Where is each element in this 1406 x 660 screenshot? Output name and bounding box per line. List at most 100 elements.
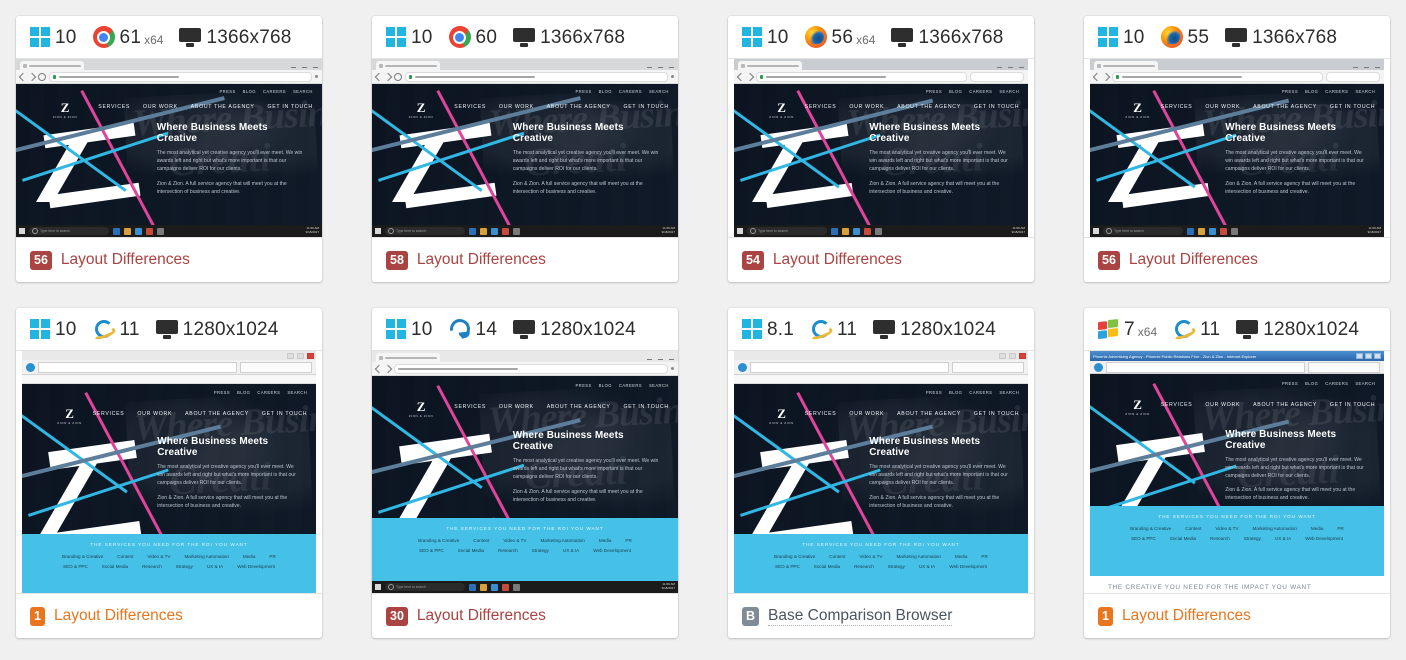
site-top-nav-item[interactable]: BLOG: [1305, 381, 1318, 386]
site-top-nav-item[interactable]: SEARCH: [293, 89, 313, 94]
browser-tab-strip[interactable]: [734, 59, 1028, 70]
site-top-nav-item[interactable]: PRESS: [1282, 89, 1298, 94]
site-main-nav-item[interactable]: SERVICES: [805, 411, 837, 417]
site-top-nav-item[interactable]: CAREERS: [1325, 89, 1348, 94]
site-logo[interactable]: Z ZION & ZION: [1125, 101, 1150, 119]
service-link[interactable]: Strategy: [1244, 536, 1261, 541]
browser-address-bar[interactable]: [22, 360, 316, 375]
start-button-icon[interactable]: [1093, 228, 1099, 234]
browser-result-card[interactable]: 10 14 1280x1024 Where Busine Creati Z ZI…: [372, 308, 678, 638]
taskbar-pinned-app-icon[interactable]: [491, 227, 498, 235]
site-top-nav-item[interactable]: BLOG: [599, 383, 612, 388]
maximize-button[interactable]: [1009, 352, 1016, 359]
service-link[interactable]: Strategy: [532, 548, 549, 553]
back-icon[interactable]: [738, 362, 747, 372]
url-input[interactable]: [756, 71, 967, 82]
window-controls[interactable]: [291, 66, 318, 68]
taskbar-clock[interactable]: 11:06 AM 9/18/2017: [1368, 226, 1381, 235]
taskbar-pinned-app-icon[interactable]: [1220, 227, 1227, 235]
site-main-nav-item[interactable]: GET IN TOUCH: [268, 104, 313, 110]
url-input[interactable]: [394, 363, 668, 374]
site-main-nav-item[interactable]: SERVICES: [454, 104, 486, 110]
site-top-nav-item[interactable]: CAREERS: [257, 390, 280, 395]
forward-icon[interactable]: [1101, 72, 1111, 81]
status-label[interactable]: Layout Differences: [54, 607, 183, 625]
windows-taskbar[interactable]: Type here to search 11:06 AM 9/18/2017: [1090, 225, 1384, 237]
site-top-nav-item[interactable]: SEARCH: [287, 390, 307, 395]
site-main-nav-item[interactable]: ABOUT THE AGENCY: [1253, 402, 1317, 408]
site-top-nav-item[interactable]: BLOG: [237, 390, 250, 395]
service-link[interactable]: PR: [981, 554, 987, 559]
service-link[interactable]: Research: [142, 564, 162, 569]
service-link[interactable]: Marketing Automation: [1252, 526, 1296, 531]
service-link[interactable]: UX & IA: [563, 548, 579, 553]
forward-icon[interactable]: [383, 364, 393, 373]
start-button-icon[interactable]: [737, 228, 743, 234]
service-link[interactable]: SEO & PPC: [1131, 536, 1156, 541]
service-link[interactable]: Video & TV: [859, 554, 882, 559]
site-main-nav-item[interactable]: GET IN TOUCH: [974, 104, 1019, 110]
browser-address-bar[interactable]: [734, 70, 1028, 84]
site-top-nav-item[interactable]: SEARCH: [999, 390, 1019, 395]
browser-result-card[interactable]: 10 55 1366x768 Where Busine Creati Z ZIO…: [1084, 16, 1390, 282]
site-main-nav-item[interactable]: GET IN TOUCH: [624, 104, 669, 110]
service-link[interactable]: Media: [1311, 526, 1324, 531]
service-link[interactable]: Strategy: [888, 564, 905, 569]
site-main-nav-item[interactable]: SERVICES: [805, 104, 837, 110]
taskbar-pinned-app-icon[interactable]: [1198, 227, 1205, 235]
reload-icon[interactable]: [38, 72, 46, 81]
site-main-nav-item[interactable]: ABOUT THE AGENCY: [897, 411, 961, 417]
menu-icon[interactable]: [315, 75, 318, 78]
site-logo[interactable]: Z ZION & ZION: [53, 101, 78, 119]
browser-address-bar[interactable]: [734, 360, 1028, 375]
new-tab-icon[interactable]: [443, 354, 451, 362]
site-main-nav-item[interactable]: SERVICES: [1161, 104, 1193, 110]
card-footer[interactable]: B Base Comparison Browser: [728, 594, 1034, 638]
service-link[interactable]: SEO & PPC: [775, 564, 800, 569]
service-link[interactable]: Video & TV: [503, 538, 526, 543]
service-link[interactable]: Social Media: [102, 564, 128, 569]
back-icon[interactable]: [1092, 72, 1102, 81]
start-button-icon[interactable]: [19, 228, 25, 234]
card-footer[interactable]: 56 Layout Differences: [1084, 238, 1390, 282]
screenshot-thumbnail[interactable]: Phoenix Advertising Agency - Phoenix Pub…: [1084, 350, 1390, 594]
taskbar-pinned-app-icon[interactable]: [124, 227, 131, 235]
browser-address-bar[interactable]: [372, 362, 678, 376]
browser-tab[interactable]: [1094, 61, 1158, 70]
close-button[interactable]: [1019, 352, 1026, 359]
url-input[interactable]: [405, 71, 668, 82]
taskbar-pinned-app-icon[interactable]: [1231, 227, 1238, 235]
service-link[interactable]: Media: [955, 554, 968, 559]
browser-tab[interactable]: [1308, 361, 1380, 373]
service-link[interactable]: PR: [269, 554, 275, 559]
window-controls[interactable]: [647, 66, 674, 68]
service-link[interactable]: Marketing Automation: [896, 554, 940, 559]
service-link[interactable]: Social Media: [458, 548, 484, 553]
new-tab-icon[interactable]: [805, 62, 813, 70]
status-label[interactable]: Layout Differences: [773, 251, 902, 269]
site-top-nav-item[interactable]: CAREERS: [969, 89, 992, 94]
taskbar-pinned-app-icon[interactable]: [513, 583, 520, 591]
site-top-nav-item[interactable]: PRESS: [575, 89, 591, 94]
site-top-nav-item[interactable]: CAREERS: [969, 390, 992, 395]
site-top-nav-item[interactable]: CAREERS: [1325, 381, 1348, 386]
site-main-nav-item[interactable]: OUR WORK: [499, 104, 534, 110]
site-top-nav-item[interactable]: PRESS: [926, 390, 942, 395]
windows-taskbar[interactable]: Type here to search 11:06 AM 9/18/2017: [372, 581, 678, 593]
taskbar-pinned-app-icon[interactable]: [480, 583, 487, 591]
status-label[interactable]: Layout Differences: [417, 251, 546, 269]
site-top-nav-item[interactable]: CAREERS: [619, 383, 642, 388]
browser-result-card[interactable]: 7 x64 11 1280x1024 Phoenix Advertising Ag…: [1084, 308, 1390, 638]
card-footer[interactable]: 30 Layout Differences: [372, 594, 678, 638]
taskbar-search-box[interactable]: Type here to search: [1103, 227, 1183, 235]
service-link[interactable]: UX & IA: [919, 564, 935, 569]
service-link[interactable]: UX & IA: [1275, 536, 1291, 541]
service-link[interactable]: Branding & Creative: [774, 554, 815, 559]
site-logo[interactable]: Z ZION & ZION: [57, 407, 82, 425]
url-input[interactable]: [38, 361, 237, 373]
search-input[interactable]: [970, 71, 1024, 82]
service-link[interactable]: Media: [599, 538, 612, 543]
screenshot-thumbnail[interactable]: Z ZION & ZION PRESS BLOG CAREERS SEARCH SER…: [16, 58, 322, 238]
site-main-nav-item[interactable]: SERVICES: [454, 404, 486, 410]
service-link[interactable]: Video & TV: [1215, 526, 1238, 531]
